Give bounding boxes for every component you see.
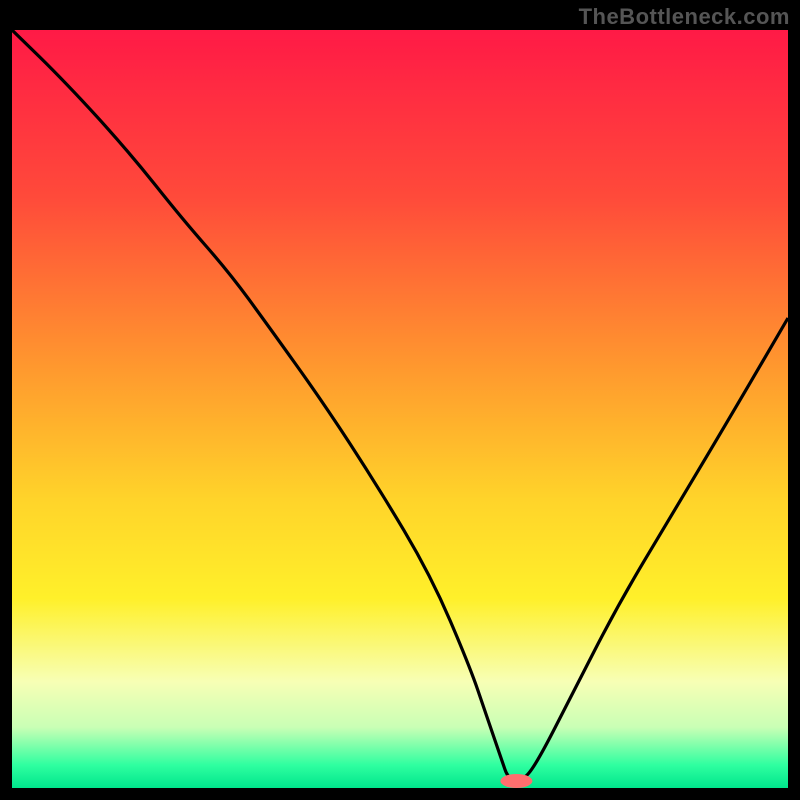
- plot-area: [12, 30, 788, 788]
- gradient-background: [12, 30, 788, 788]
- optimal-marker-icon: [500, 774, 532, 788]
- chart-svg: [12, 30, 788, 788]
- chart-container: TheBottleneck.com: [0, 0, 800, 800]
- watermark-text: TheBottleneck.com: [579, 4, 790, 30]
